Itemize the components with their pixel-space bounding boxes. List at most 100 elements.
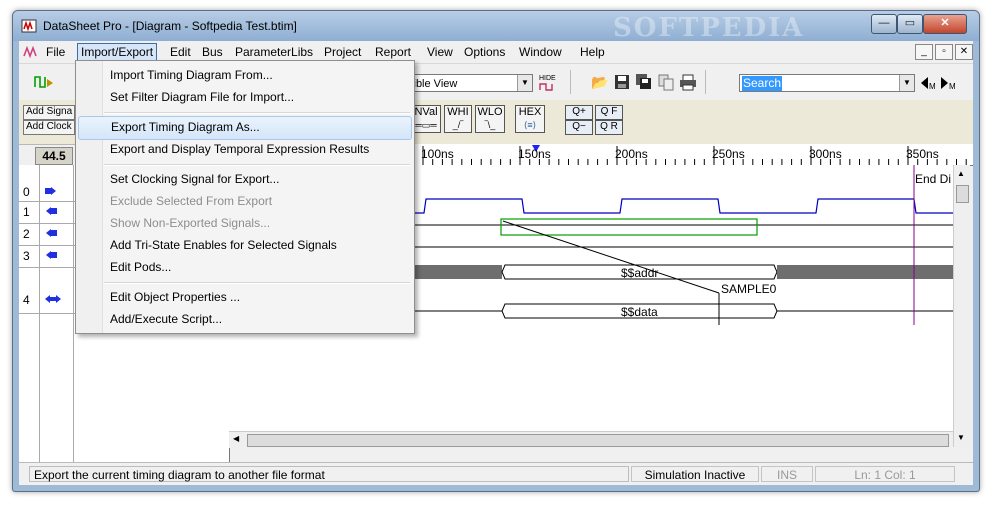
nval-button[interactable]: NVal ═▭═ (411, 105, 441, 133)
menu-item-export-timing-diagram[interactable]: Export Timing Diagram As... (78, 116, 412, 140)
scroll-thumb[interactable] (956, 185, 969, 203)
menu-separator (104, 164, 410, 166)
scroll-left-icon[interactable]: ◀ (233, 434, 239, 443)
copy-icon[interactable] (657, 73, 675, 91)
menu-window[interactable]: Window (516, 44, 565, 60)
input-arrow-icon (46, 251, 57, 259)
chevron-down-icon[interactable]: ▼ (517, 75, 532, 91)
wlo-glyph: ‾\_ (484, 120, 496, 130)
minimize-button[interactable]: — (871, 14, 897, 34)
status-message: Export the current timing diagram to ano… (29, 466, 629, 482)
import-export-menu: Import Timing Diagram From... Set Filter… (75, 60, 415, 334)
whi-glyph: _/‾ (452, 120, 464, 130)
cursor-position: Ln: 1 Col: 1 (815, 466, 955, 482)
hex-glyph: ⟨≡⟩ (523, 120, 537, 130)
document-icon[interactable] (23, 45, 39, 59)
menu-separator (104, 112, 410, 114)
ruler-label: 250ns (712, 147, 745, 161)
menu-file[interactable]: File (43, 44, 68, 60)
find-previous-icon[interactable]: M (919, 74, 937, 92)
signal-number: 3 (23, 249, 30, 263)
search-input-value: Search (742, 76, 783, 91)
toolbar-separator (705, 70, 706, 94)
menu-item-add-execute-script[interactable]: Add/Execute Script... (78, 308, 412, 330)
chevron-down-icon[interactable]: ▼ (899, 75, 914, 91)
search-input[interactable]: Search ▼ (739, 74, 915, 92)
bus-data-label: $$data (621, 305, 658, 319)
ruler-label: 100ns (421, 147, 454, 161)
end-diagram-label: End Di (915, 172, 951, 186)
hide-waveform-icon[interactable]: HIDE (537, 72, 561, 92)
svg-text:M: M (929, 82, 936, 91)
menu-options[interactable]: Options (461, 44, 508, 60)
menu-item-import-timing-diagram[interactable]: Import Timing Diagram From... (78, 64, 412, 86)
add-signal-button[interactable]: Add Signa (23, 105, 76, 120)
signal-number: 1 (23, 205, 30, 219)
clock-waveform[interactable] (414, 198, 953, 214)
menu-item-edit-object-properties[interactable]: Edit Object Properties ... (78, 286, 412, 308)
wlo-button[interactable]: WLO ‾\_ (475, 105, 505, 133)
highlighted-segment[interactable] (500, 218, 758, 236)
menu-item-show-non-exported[interactable]: Show Non-Exported Signals... (78, 212, 412, 234)
mdi-restore-button[interactable]: ▫ (935, 44, 953, 60)
menu-help[interactable]: Help (577, 44, 608, 60)
signal-number: 4 (23, 293, 30, 307)
view-select[interactable]: sible View ▼ (403, 74, 533, 92)
save-all-icon[interactable] (635, 73, 653, 91)
menu-parameterlibs[interactable]: ParameterLibs (232, 44, 316, 60)
status-bar: Export the current timing diagram to ano… (19, 462, 973, 485)
menu-bus[interactable]: Bus (199, 44, 226, 60)
svg-text:M: M (949, 82, 956, 91)
input-arrow-icon (46, 207, 57, 215)
menu-item-exclude-selected[interactable]: Exclude Selected From Export (78, 190, 412, 212)
menu-view[interactable]: View (424, 44, 456, 60)
hex-button[interactable]: HEX ⟨≡⟩ (515, 105, 545, 133)
zoom-fit-button[interactable]: Q F (595, 105, 623, 120)
menu-item-export-temporal-expression[interactable]: Export and Display Temporal Expression R… (78, 138, 412, 160)
zoom-out-button[interactable]: Q− (565, 120, 593, 135)
open-folder-icon[interactable]: 📂 (591, 73, 609, 91)
bus-addr-label: $$addr (621, 266, 658, 280)
nval-label: NVal (414, 106, 438, 118)
menu-report[interactable]: Report (372, 44, 414, 60)
input-arrow-icon (46, 229, 57, 237)
bus-addr-invalid (414, 265, 502, 279)
add-clock-button[interactable]: Add Clock (23, 120, 75, 135)
scroll-down-icon[interactable]: ▼ (957, 433, 965, 442)
bidirectional-arrow-icon (45, 295, 61, 303)
whi-label: WHI (447, 106, 469, 118)
app-icon (21, 19, 37, 33)
scroll-thumb[interactable] (247, 434, 949, 447)
menu-edit[interactable]: Edit (167, 44, 194, 60)
save-icon[interactable] (613, 73, 631, 91)
insert-mode-indicator: INS (761, 466, 813, 482)
mdi-minimize-button[interactable]: _ (915, 44, 933, 60)
find-next-icon[interactable]: M (939, 74, 957, 92)
waveform-add-icon[interactable] (33, 73, 55, 91)
output-arrow-icon (45, 187, 56, 195)
menu-item-edit-pods[interactable]: Edit Pods... (78, 256, 412, 278)
close-button[interactable]: ✕ (923, 14, 967, 34)
mdi-close-button[interactable]: ✕ (955, 44, 973, 60)
whi-button[interactable]: WHI _/‾ (444, 105, 472, 133)
nval-glyph: ═▭═ (415, 120, 437, 130)
menu-item-set-filter-diagram-file[interactable]: Set Filter Diagram File for Import... (78, 86, 412, 108)
timing-relation-line[interactable] (502, 220, 720, 294)
zoom-in-button[interactable]: Q+ (565, 105, 593, 120)
print-icon[interactable] (679, 73, 697, 91)
menu-project[interactable]: Project (321, 44, 364, 60)
horizontal-scrollbar[interactable]: ◀ (229, 431, 953, 448)
simulation-status: Simulation Inactive (631, 466, 759, 482)
zoom-reset-button[interactable]: Q R (595, 120, 623, 135)
sample-label: SAMPLE0 (721, 282, 777, 296)
vertical-scrollbar[interactable]: ▲ ▼ (953, 165, 970, 447)
scroll-up-icon[interactable]: ▲ (957, 169, 965, 178)
window-title: DataSheet Pro - [Diagram - Softpedia Tes… (43, 19, 297, 33)
title-bar[interactable]: DataSheet Pro - [Diagram - Softpedia Tes… (13, 11, 979, 43)
menu-import-export[interactable]: Import/Export (77, 43, 158, 61)
menu-item-set-clocking-signal[interactable]: Set Clocking Signal for Export... (78, 168, 412, 190)
ruler-label: 150ns (518, 147, 551, 161)
menu-item-add-tri-state-enables[interactable]: Add Tri-State Enables for Selected Signa… (78, 234, 412, 256)
wlo-label: WLO (477, 106, 503, 118)
maximize-button[interactable]: ▭ (897, 14, 923, 34)
